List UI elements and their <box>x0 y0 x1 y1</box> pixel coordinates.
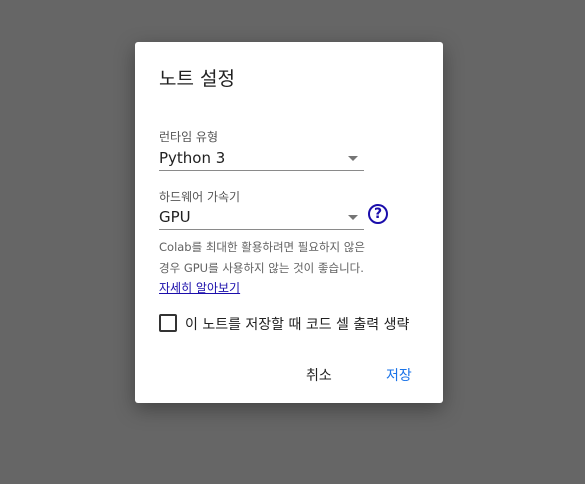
hardware-accelerator-select[interactable]: GPU <box>159 205 364 230</box>
notebook-settings-dialog: 노트 설정 런타임 유형 Python 3 하드웨어 가속기 GPU ? Col… <box>135 42 443 403</box>
cancel-button[interactable]: 취소 <box>306 365 332 385</box>
runtime-type-value: Python 3 <box>159 149 226 167</box>
omit-code-output-label: 이 노트를 저장할 때 코드 셀 출력 생략 <box>185 317 410 333</box>
dropdown-arrow-icon <box>348 156 358 161</box>
help-icon[interactable]: ? <box>368 204 388 224</box>
hardware-accelerator-value: GPU <box>159 208 191 226</box>
dropdown-arrow-icon <box>348 215 358 220</box>
runtime-type-select[interactable]: Python 3 <box>159 146 364 171</box>
save-button[interactable]: 저장 <box>386 365 412 385</box>
hardware-accelerator-label: 하드웨어 가속기 <box>159 190 241 204</box>
dialog-title: 노트 설정 <box>159 68 235 90</box>
info-text-line-2: 경우 GPU를 사용하지 않는 것이 좋습니다. <box>159 261 364 275</box>
learn-more-link[interactable]: 자세히 알아보기 <box>159 279 240 296</box>
info-text-line-1: Colab를 최대한 활용하려면 필요하지 않은 <box>159 240 365 254</box>
omit-code-output-checkbox[interactable] <box>159 314 177 332</box>
runtime-type-label: 런타임 유형 <box>159 130 219 144</box>
